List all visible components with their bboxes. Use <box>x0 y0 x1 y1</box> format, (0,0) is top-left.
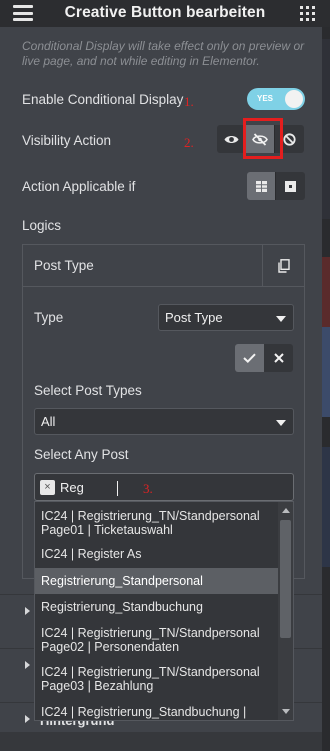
canvas-preview-strip <box>322 27 330 751</box>
conditional-display-label: Enable Conditional Display <box>22 92 184 107</box>
post-options-dropdown: IC24 | Registrierung_TN/Standpersonal Pa… <box>34 501 294 721</box>
logics-label: Logics <box>22 218 62 233</box>
all-icon[interactable] <box>247 172 276 200</box>
any-icon[interactable] <box>276 172 305 200</box>
post-types-select[interactable]: All <box>34 408 294 435</box>
select-post-types-label: Select Post Types <box>34 383 142 398</box>
panel-footer <box>0 732 322 751</box>
caret-right-icon <box>25 661 30 669</box>
dropdown-option[interactable]: IC24 | Registrierung_TN/Standpersonal Pa… <box>35 665 278 693</box>
logic-item-title: Post Type <box>34 258 94 273</box>
type-label: Type <box>34 310 64 325</box>
chevron-down-icon <box>276 316 286 322</box>
action-applicable-group <box>247 172 305 200</box>
dropdown-option[interactable]: IC24 | Register As <box>35 547 278 561</box>
editor-header: Creative Button bearbeiten <box>0 0 330 27</box>
caret-right-icon <box>25 607 30 615</box>
annotation-highlight-box <box>243 118 283 159</box>
type-select[interactable]: Post Type <box>158 304 294 331</box>
text-cursor <box>117 481 118 496</box>
post-search-input[interactable] <box>60 478 260 497</box>
scroll-up-icon[interactable] <box>282 508 290 513</box>
scroll-down-icon[interactable] <box>282 709 290 714</box>
caret-right-icon <box>25 715 30 723</box>
post-types-select-value: All <box>41 414 56 429</box>
toggle-yes-text: YES <box>257 94 274 103</box>
annotation-1: 1. <box>184 94 194 109</box>
chevron-down-icon <box>276 420 286 426</box>
check-icon[interactable] <box>235 344 264 372</box>
dropdown-option[interactable]: Registrierung_Standbuchung <box>35 600 278 614</box>
scrollbar-thumb[interactable] <box>280 520 291 638</box>
toggle-knob <box>285 90 303 108</box>
annotation-3: 3. <box>143 481 153 496</box>
visibility-action-label: Visibility Action <box>22 133 112 148</box>
annotation-2: 2. <box>184 135 194 150</box>
dropdown-option[interactable]: IC24 | Registrierung_TN/Standpersonal Pa… <box>35 626 278 654</box>
clear-icon[interactable]: × <box>40 480 55 495</box>
page-title: Creative Button bearbeiten <box>64 4 266 21</box>
dropdown-option-highlighted[interactable]: Registrierung_Standpersonal <box>35 568 278 594</box>
grid-icon[interactable] <box>300 6 315 21</box>
logic-confirm-group <box>235 344 293 372</box>
close-icon[interactable] <box>264 344 293 372</box>
conditional-display-toggle[interactable]: YES <box>247 88 305 110</box>
conditional-display-notice: Conditional Display will take effect onl… <box>22 39 305 68</box>
dropdown-scrollbar[interactable] <box>278 502 293 720</box>
type-select-value: Post Type <box>165 310 223 325</box>
show-icon[interactable] <box>217 125 246 153</box>
dropdown-option[interactable]: IC24 | Registrierung_Standbuchung | <box>35 705 278 719</box>
post-search-field[interactable]: × <box>34 473 294 501</box>
duplicate-icon[interactable] <box>262 245 304 287</box>
action-applicable-label: Action Applicable if <box>22 179 136 194</box>
select-any-post-label: Select Any Post <box>34 447 129 462</box>
dropdown-option[interactable]: IC24 | Registrierung_TN/Standpersonal Pa… <box>35 509 278 537</box>
logic-item-header[interactable]: Post Type <box>23 245 304 287</box>
